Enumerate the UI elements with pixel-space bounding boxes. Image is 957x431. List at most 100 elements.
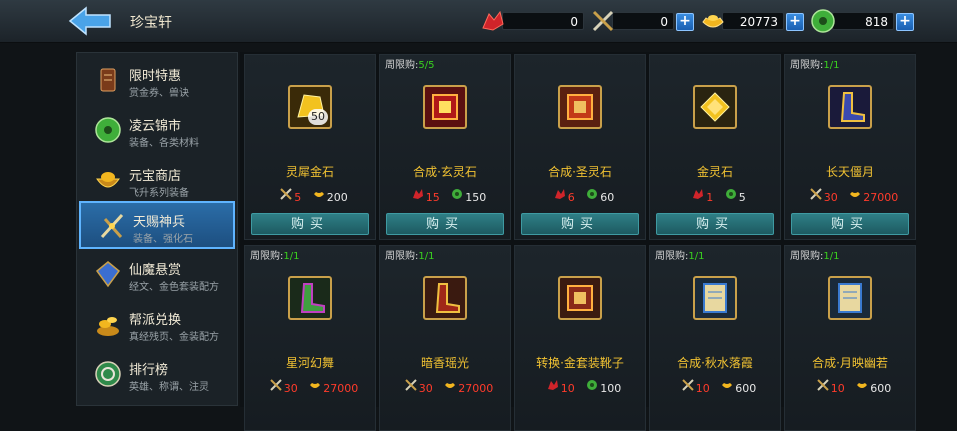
red-boots-icon[interactable] [423, 276, 467, 320]
weekly-limit: 周限购:1/1 [250, 251, 300, 262]
sidebar-item-sub: 英雄、称谓、注灵 [129, 382, 209, 393]
item-name: 合成·圣灵石 [548, 165, 612, 179]
sidebar-item-sub: 经文、金色套装配方 [129, 282, 219, 293]
treasure-bowl-icon [96, 172, 120, 188]
shop-item-card: 周限购:1/1 暗香瑶光 30 27000 [379, 245, 511, 431]
item-price: 6 60 [515, 188, 645, 204]
sidebar-item-sub: 装备、各类材料 [129, 138, 199, 149]
red-scroll-icon[interactable] [558, 85, 602, 129]
buy-button[interactable]: 购买 [791, 213, 909, 235]
red-shard-icon [482, 10, 504, 31]
sidebar-item-limited-offer[interactable]: 限时特惠 赏金券、兽诀 [77, 57, 237, 105]
red-shard-icon [693, 189, 704, 199]
gold-ingot-icon [722, 383, 733, 388]
green-boots-icon[interactable] [288, 276, 332, 320]
item-price: 30 27000 [245, 379, 375, 395]
blue-scroll-icon[interactable] [828, 276, 872, 320]
blue-scroll-icon[interactable] [693, 276, 737, 320]
shop-item-card: 合成·圣灵石 6 60 购买 [514, 54, 646, 240]
buy-button[interactable]: 购买 [386, 213, 504, 235]
cost-value: 30 [283, 381, 298, 395]
resource-swords: 0 + [590, 8, 694, 34]
add-gold-button[interactable]: + [786, 13, 804, 31]
resource-value: 20773 [722, 12, 784, 30]
crossed-swords-icon [280, 188, 292, 200]
sidebar-item-sub: 飞升系列装备 [129, 188, 189, 199]
cost-value: 27000 [458, 381, 494, 395]
page-title: 珍宝轩 [130, 15, 172, 31]
resource-value: 0 [612, 12, 674, 30]
weekly-limit: 周限购:1/1 [790, 60, 840, 71]
crossed-swords-icon [592, 10, 614, 32]
gold-ingot-icon [445, 383, 456, 388]
medal-icon [95, 361, 121, 387]
gold-ingot-icon [313, 192, 324, 197]
item-name: 转换·金套装靴子 [536, 356, 624, 370]
cost-value: 10 [695, 381, 710, 395]
red-shard-icon [547, 380, 558, 390]
sidebar-item-label: 元宝商店 [129, 169, 182, 184]
shop-item-card: 周限购:1/1 合成·月映幽若 10 600 [784, 245, 916, 431]
crossed-swords-icon [810, 188, 822, 200]
buy-button[interactable]: 购买 [251, 213, 369, 235]
sidebar-item-label: 仙魔悬赏 [129, 263, 182, 278]
shop-item-card: 转换·金套装靴子 10 100 [514, 245, 646, 431]
shop-item-card: 50 灵犀金石 5 200 购买 [244, 54, 376, 240]
item-price: 30 27000 [380, 379, 510, 395]
red-shard-icon [554, 189, 565, 199]
sidebar-item-divine-weapons[interactable]: 天赐神兵 装备、强化石 [79, 201, 235, 249]
sidebar-item-label: 帮派兑换 [129, 313, 182, 328]
buy-button[interactable]: 购买 [521, 213, 639, 235]
resource-red-shard: 0 [480, 8, 584, 34]
sidebar-item-leaderboard[interactable]: 排行榜 英雄、称谓、注灵 [77, 351, 237, 399]
crystal-icon [95, 261, 121, 288]
item-price: 10 600 [785, 379, 915, 395]
red-scroll-icon[interactable] [423, 85, 467, 129]
boots-icon[interactable] [828, 85, 872, 129]
resource-value: 818 [832, 12, 894, 30]
cost-value: 600 [870, 381, 892, 395]
cost-value: 10 [830, 381, 845, 395]
top-bar: 珍宝轩 0 0 + 20773 + 818 + [0, 0, 957, 43]
shop-item-card: 周限购:1/1 星河幻舞 30 27000 [244, 245, 376, 431]
jade-coin-icon [452, 189, 463, 199]
jade-coin-icon [95, 117, 121, 143]
sidebar-item-lingyun-market[interactable]: 凌云锦市 装备、各类材料 [77, 107, 237, 155]
sidebar-item-bounty[interactable]: 仙魔悬赏 经文、金色套装配方 [77, 251, 237, 299]
scroll-icon [100, 68, 116, 92]
item-name: 长天僵月 [825, 165, 874, 179]
back-arrow-icon[interactable] [68, 6, 112, 36]
cost-value: 15 [425, 190, 440, 204]
weapons-icon [100, 213, 124, 239]
gold-stone-icon[interactable]: 50 [288, 85, 332, 129]
sidebar-item-sub: 赏金券、兽诀 [129, 88, 189, 99]
crossed-swords-icon [270, 379, 282, 391]
jade-coin-icon [811, 9, 835, 33]
buy-button[interactable]: 购买 [656, 213, 774, 235]
sidebar-item-yuanbao-shop[interactable]: 元宝商店 飞升系列装备 [77, 157, 237, 205]
add-jade-button[interactable]: + [896, 13, 914, 31]
sidebar-item-label: 凌云锦市 [129, 119, 182, 134]
cost-value: 150 [465, 190, 487, 204]
item-name: 星河幻舞 [285, 356, 334, 370]
item-name: 灵犀金石 [285, 165, 334, 179]
item-name: 合成·秋水落霞 [677, 356, 753, 370]
cost-value: 60 [600, 190, 615, 204]
cost-value: 600 [735, 381, 757, 395]
cost-value: 6 [567, 190, 575, 204]
add-swords-button[interactable]: + [676, 13, 694, 31]
item-name: 合成·玄灵石 [413, 165, 477, 179]
cost-value: 30 [823, 190, 838, 204]
shop-item-card: 周限购:1/1 长天僵月 30 27000 购买 [784, 54, 916, 240]
red-scroll-icon[interactable] [558, 276, 602, 320]
gold-crystal-icon[interactable] [693, 85, 737, 129]
sidebar-item-guild-exchange[interactable]: 帮派兑换 真经残页、金装配方 [77, 301, 237, 349]
shop-item-card: 金灵石 1 5 购买 [649, 54, 781, 240]
jade-coin-icon [587, 189, 598, 199]
jade-coin-icon [587, 380, 598, 390]
cost-value: 5 [738, 190, 746, 204]
cost-value: 27000 [863, 190, 899, 204]
resource-jade: 818 + [810, 8, 914, 34]
jade-coin-icon [725, 189, 736, 199]
cost-value: 5 [294, 190, 302, 204]
